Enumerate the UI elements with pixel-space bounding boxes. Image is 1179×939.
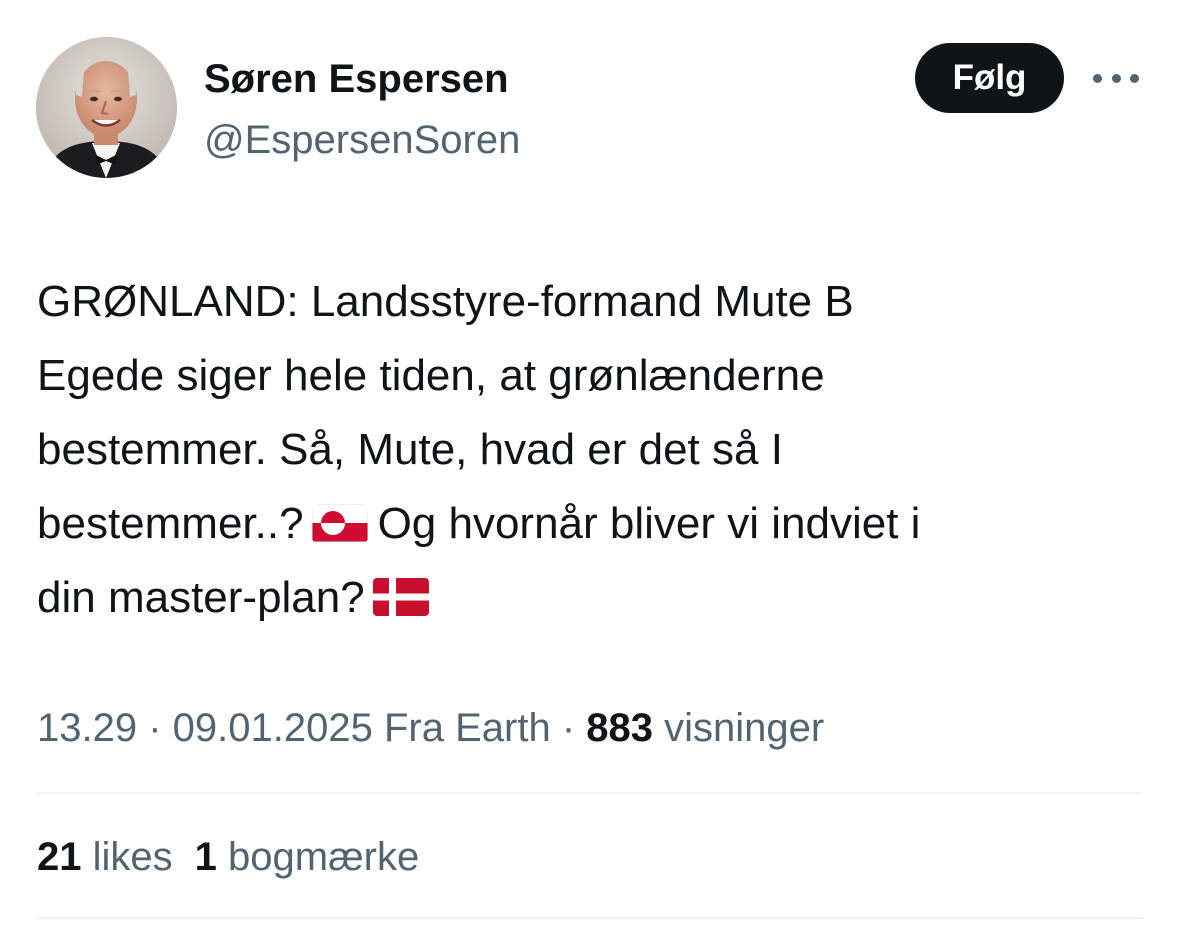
- views-label: visninger: [664, 706, 825, 750]
- tweet-body: GRØNLAND: Landsstyre-formand Mute B Eged…: [37, 265, 1147, 635]
- meta-separator: ·: [550, 706, 587, 750]
- tweet-line-segment: din master-plan?: [37, 573, 365, 622]
- views-count: 883: [586, 706, 653, 750]
- follow-button[interactable]: Følg: [915, 43, 1064, 113]
- tweet-line: bestemmer. Så, Mute, hvad er det så I: [37, 425, 783, 474]
- tweet-stats: 21 likes 1 bogmærke: [37, 833, 419, 881]
- likes-link[interactable]: 21 likes: [37, 835, 173, 879]
- tweet-time[interactable]: 13.29: [37, 706, 137, 750]
- divider: [37, 792, 1143, 794]
- meta-separator: ·: [137, 706, 173, 750]
- more-dot-icon: [1130, 73, 1139, 83]
- tweet-header: Søren Espersen @EspersenSoren Følg: [0, 0, 1179, 200]
- more-dot-icon: [1093, 73, 1102, 83]
- tweet-line: bestemmer..? Og hvornår bliver vi indvie…: [37, 487, 1147, 561]
- denmark-flag-icon: [372, 578, 429, 616]
- tweet-line-segment: Og hvornår bliver vi indviet i: [377, 499, 921, 548]
- profile-photo-icon: [36, 37, 177, 178]
- tweet-line-segment: bestemmer..?: [37, 499, 304, 548]
- likes-label: likes: [92, 835, 173, 879]
- more-dot-icon: [1111, 73, 1121, 83]
- author-handle[interactable]: @EspersenSoren: [204, 117, 520, 163]
- tweet-source: Fra Earth: [383, 706, 551, 750]
- bookmarks-label: bogmærke: [228, 835, 420, 879]
- tweet-meta: 13.29 · 09.01.2025 Fra Earth · 883 visni…: [37, 704, 824, 752]
- more-horizontal-icon[interactable]: [1093, 64, 1139, 92]
- bookmarks-link[interactable]: 1 bogmærke: [195, 835, 420, 879]
- tweet-date[interactable]: 09.01.2025: [173, 706, 373, 750]
- author-display-name[interactable]: Søren Espersen: [204, 56, 509, 102]
- tweet-line: GRØNLAND: Landsstyre-formand Mute B: [37, 277, 854, 326]
- greenland-flag-icon: [311, 504, 368, 542]
- bookmarks-count: 1: [194, 835, 217, 879]
- tweet-line: Egede siger hele tiden, at grønlænderne: [37, 351, 825, 400]
- tweet-line: din master-plan?: [37, 561, 1147, 635]
- avatar[interactable]: [36, 37, 177, 178]
- likes-count: 21: [37, 835, 82, 879]
- divider: [37, 917, 1143, 919]
